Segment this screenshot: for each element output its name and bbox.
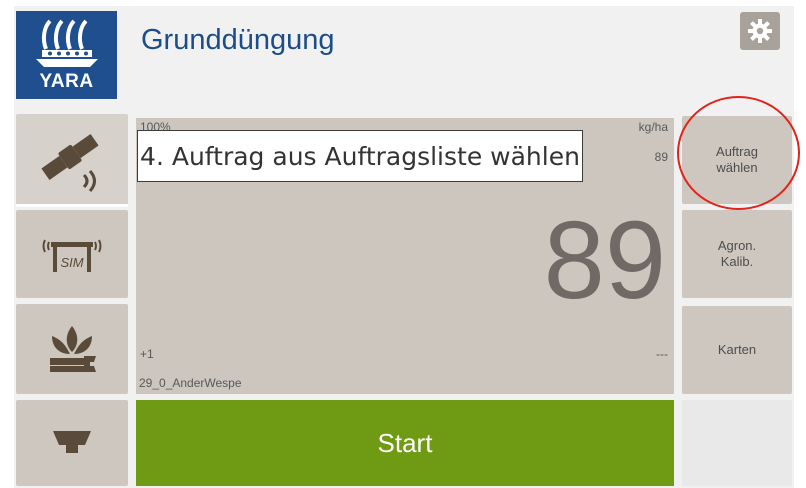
gear-icon [748,19,772,43]
plant-wrench-icon [50,326,96,372]
gps-satellite-button[interactable] [16,114,128,207]
highlight-circle [677,96,800,210]
spreading-disc-button[interactable] [16,400,128,486]
logo-text: YARA [39,71,94,92]
start-button[interactable]: Start [136,400,674,486]
unit-label: kg/ha [638,120,668,134]
sim-spreader-icon: SIM [42,239,102,272]
svg-text:SIM: SIM [60,255,83,270]
status-value: --- [656,347,668,361]
target-rate-value: 89 [654,150,668,164]
page-title: Grunddüngung [141,24,335,56]
yara-logo: YARA [16,11,117,99]
job-name: 29_0_AnderWespe [139,376,242,390]
current-rate-value: 89 [543,199,666,322]
agronomic-calibration-button[interactable]: Agron. Kalib. [682,210,792,298]
settings-button[interactable] [740,12,780,50]
viking-ship-icon [35,19,98,67]
rate-offset: +1 [140,347,154,361]
instruction-callout: 4. Auftrag aus Auftragsliste wählen [137,130,583,182]
agron-calib-label-line2: Kalib. [720,254,754,269]
spread-disc-icon [53,431,91,453]
empty-slot [682,400,792,486]
maps-label: Karten [717,342,757,357]
maps-button[interactable]: Karten [682,306,792,394]
satellite-icon [41,134,99,193]
agron-calib-label-line1: Agron. [717,238,757,253]
plant-service-button[interactable] [16,304,128,394]
sim-spreader-button[interactable]: SIM [16,210,128,298]
